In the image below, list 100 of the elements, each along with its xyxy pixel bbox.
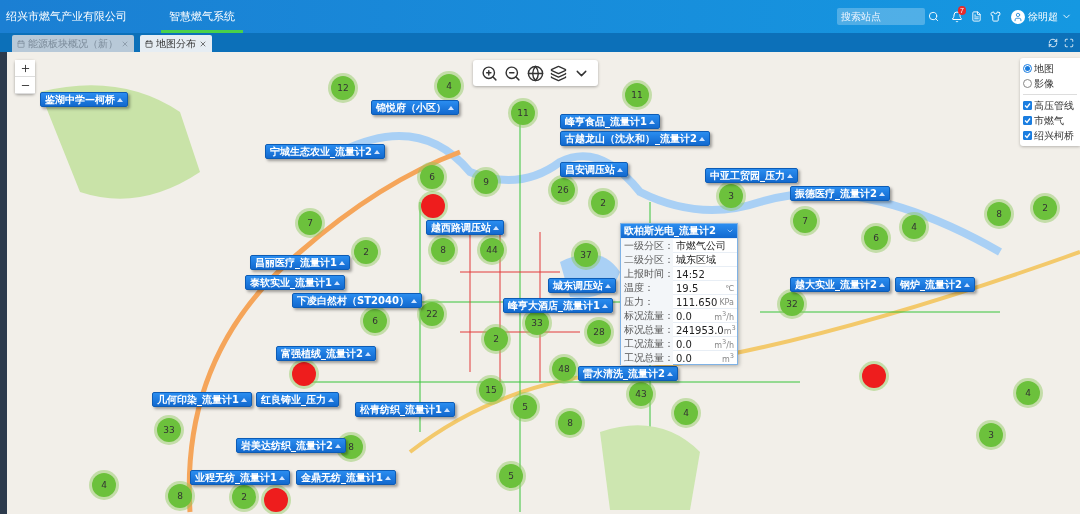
cluster-marker[interactable]: 8 bbox=[431, 238, 455, 262]
cluster-marker[interactable] bbox=[292, 362, 316, 386]
cluster-marker[interactable]: 2 bbox=[354, 240, 378, 264]
fullscreen-icon[interactable] bbox=[1064, 37, 1074, 48]
cluster-marker[interactable]: 26 bbox=[551, 178, 575, 202]
station-label[interactable]: 鉴湖中学—柯桥 bbox=[40, 92, 128, 107]
cluster-marker[interactable]: 4 bbox=[674, 401, 698, 425]
station-label[interactable]: 振德医疗_流量计2 bbox=[790, 186, 890, 201]
cluster-marker[interactable]: 6 bbox=[363, 309, 387, 333]
cluster-marker[interactable]: 15 bbox=[479, 378, 503, 402]
station-label[interactable]: 越大实业_流量计2 bbox=[790, 277, 890, 292]
cluster-marker[interactable]: 2 bbox=[591, 191, 615, 215]
station-label[interactable]: 中亚工贸园_压力 bbox=[705, 168, 798, 183]
document-button[interactable] bbox=[971, 11, 982, 22]
station-label[interactable]: 越西路调压站 bbox=[426, 220, 504, 235]
cluster-marker[interactable]: 44 bbox=[480, 238, 504, 262]
cluster-marker[interactable]: 2 bbox=[232, 485, 256, 509]
cluster-marker[interactable]: 33 bbox=[157, 418, 181, 442]
caret-icon bbox=[364, 351, 371, 356]
station-label[interactable]: 古越龙山（沈永和）_流量计2 bbox=[560, 131, 710, 146]
cluster-marker[interactable]: 12 bbox=[331, 76, 355, 100]
field-label: 工况流量： bbox=[621, 337, 673, 351]
cluster-marker[interactable]: 4 bbox=[1016, 381, 1040, 405]
cluster-marker[interactable] bbox=[862, 364, 886, 388]
field-label: 工况总量： bbox=[621, 351, 673, 365]
station-label[interactable]: 城东调压站 bbox=[548, 278, 616, 293]
cluster-marker[interactable]: 48 bbox=[552, 357, 576, 381]
cluster-marker[interactable]: 4 bbox=[902, 215, 926, 239]
cluster-marker[interactable]: 4 bbox=[92, 473, 116, 497]
refresh-icon[interactable] bbox=[1048, 37, 1058, 48]
cluster-marker[interactable]: 2 bbox=[1033, 196, 1057, 220]
field-label: 上报时间： bbox=[621, 267, 673, 281]
field-label: 压力： bbox=[621, 295, 673, 309]
caret-icon bbox=[443, 407, 450, 412]
station-label[interactable]: 锦悦府（小区） bbox=[371, 100, 459, 115]
layers-icon bbox=[550, 64, 567, 82]
caret-icon bbox=[963, 282, 970, 287]
unit-label: m$^{3}$ bbox=[721, 352, 735, 364]
caret-icon[interactable] bbox=[726, 227, 734, 235]
station-label[interactable]: 峰亨食品_流量计1 bbox=[560, 114, 660, 129]
cluster-marker[interactable]: 5 bbox=[513, 395, 537, 419]
checkbox[interactable] bbox=[1023, 131, 1032, 140]
close-icon[interactable] bbox=[199, 39, 207, 48]
zoom-in-button[interactable] bbox=[481, 64, 498, 82]
cluster-marker[interactable]: 7 bbox=[298, 211, 322, 235]
station-label[interactable]: 几何印染_流量计1 bbox=[152, 392, 252, 407]
unit-label: ℃ bbox=[725, 283, 735, 293]
shirt-button[interactable] bbox=[990, 11, 1001, 22]
station-label[interactable]: 下凌白然村（ST2040） bbox=[292, 293, 422, 308]
cluster-marker[interactable]: 6 bbox=[864, 226, 888, 250]
cluster-marker[interactable] bbox=[264, 488, 288, 512]
cluster-marker[interactable]: 11 bbox=[511, 101, 535, 125]
station-label[interactable]: 钢炉_流量计2 bbox=[895, 277, 975, 292]
page-tab[interactable]: 地图分布 bbox=[140, 35, 212, 52]
unit-label: KPa bbox=[719, 297, 735, 307]
caret-icon bbox=[278, 475, 285, 480]
cluster-marker[interactable]: 3 bbox=[979, 423, 1003, 447]
cluster-marker[interactable]: 28 bbox=[587, 320, 611, 344]
cluster-marker[interactable]: 22 bbox=[420, 302, 444, 326]
cluster-marker[interactable]: 32 bbox=[780, 292, 804, 316]
cluster-marker[interactable]: 6 bbox=[420, 165, 444, 189]
checkbox[interactable] bbox=[1023, 116, 1032, 125]
field-label: 一级分区： bbox=[621, 239, 673, 253]
layers-button[interactable] bbox=[550, 64, 567, 82]
station-label[interactable]: 昌丽医疗_流量计1 bbox=[250, 255, 350, 270]
station-label[interactable]: 峰亨大酒店_流量计1 bbox=[503, 298, 613, 313]
field-value: 111.650 bbox=[675, 296, 719, 308]
cluster-marker[interactable]: 8 bbox=[168, 484, 192, 508]
search-icon[interactable] bbox=[928, 11, 939, 22]
station-label[interactable]: 泰软实业_流量计1 bbox=[245, 275, 345, 290]
user-menu[interactable]: 徐明超 bbox=[1011, 9, 1072, 24]
station-label[interactable]: 昌安调压站 bbox=[560, 162, 628, 177]
cluster-marker[interactable]: 4 bbox=[437, 74, 461, 98]
station-label[interactable]: 岩美达纺织_流量计2 bbox=[236, 438, 346, 453]
cluster-marker[interactable]: 5 bbox=[499, 464, 523, 488]
cluster-marker[interactable] bbox=[421, 194, 445, 218]
caret-icon bbox=[338, 260, 345, 265]
cluster-marker[interactable]: 33 bbox=[525, 311, 549, 335]
cluster-marker[interactable]: 9 bbox=[474, 170, 498, 194]
company-name: 绍兴市燃气产业有限公司 bbox=[6, 9, 127, 24]
station-label[interactable]: 业程无纺_流量计1 bbox=[190, 470, 290, 485]
zoom-plus-button[interactable] bbox=[15, 60, 35, 77]
cluster-marker[interactable]: 8 bbox=[987, 202, 1011, 226]
radio-button[interactable] bbox=[1023, 64, 1032, 73]
station-label[interactable]: 雷水清洗_流量计2 bbox=[578, 366, 678, 381]
station-label[interactable]: 金鼎无纺_流量计1 bbox=[296, 470, 396, 485]
station-label[interactable]: 松青纺织_流量计1 bbox=[355, 402, 455, 417]
cluster-marker[interactable]: 43 bbox=[629, 382, 653, 406]
cluster-marker[interactable]: 37 bbox=[574, 243, 598, 267]
zoom-out-button[interactable] bbox=[504, 64, 521, 82]
cluster-marker[interactable]: 3 bbox=[719, 184, 743, 208]
cluster-marker[interactable]: 7 bbox=[793, 209, 817, 233]
station-label[interactable]: 宁城生态农业_流量计2 bbox=[265, 144, 385, 159]
checkbox[interactable] bbox=[1023, 101, 1032, 110]
cluster-marker[interactable]: 2 bbox=[484, 327, 508, 351]
cluster-marker[interactable]: 8 bbox=[558, 411, 582, 435]
globe-button[interactable] bbox=[527, 64, 544, 82]
cluster-marker[interactable]: 11 bbox=[625, 83, 649, 107]
station-label[interactable]: 富强植绒_流量计2 bbox=[276, 346, 376, 361]
station-label[interactable]: 红良铸业_压力 bbox=[256, 392, 339, 407]
